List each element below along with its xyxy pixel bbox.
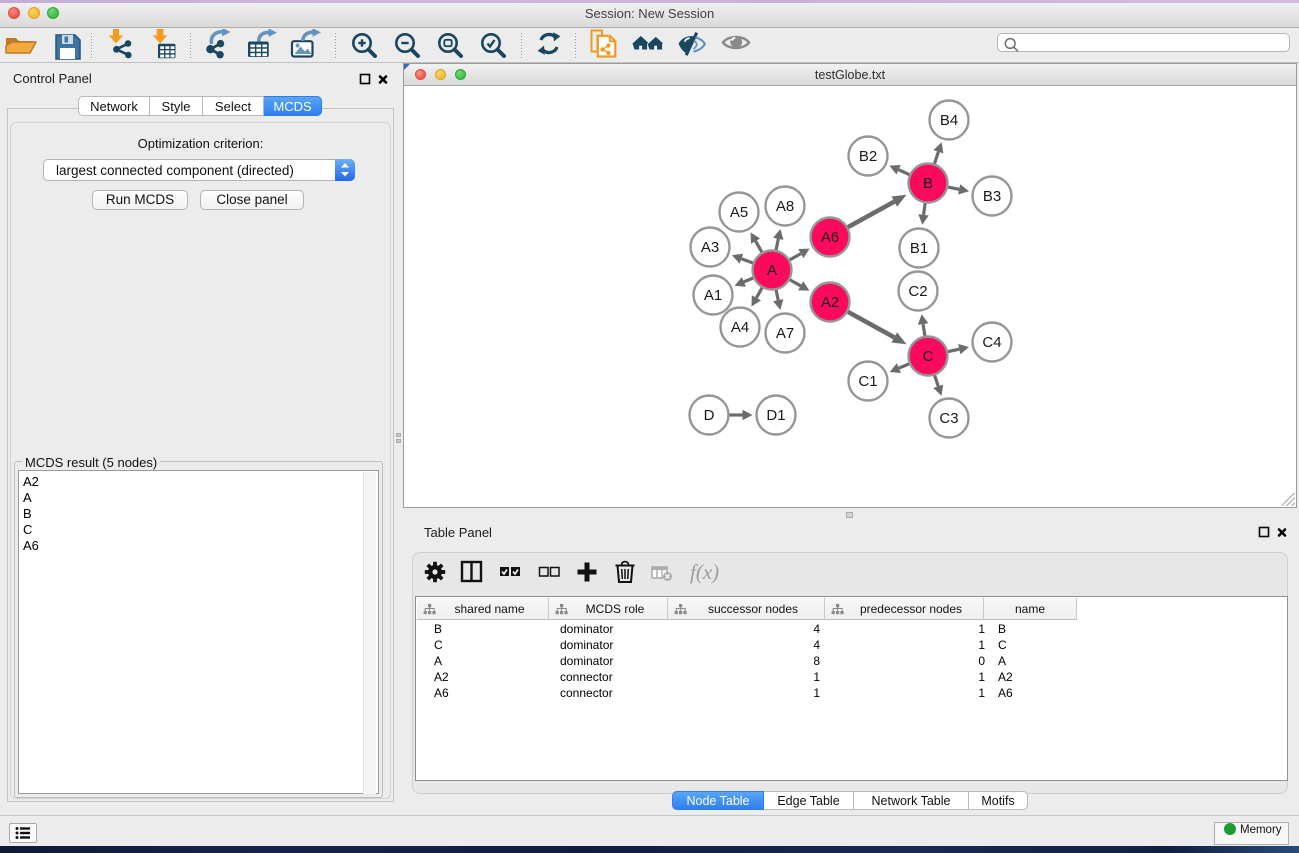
svg-text:D1: D1 — [766, 407, 785, 424]
svg-text:C2: C2 — [908, 283, 927, 300]
svg-text:A2: A2 — [821, 294, 839, 311]
svg-text:D: D — [704, 407, 715, 424]
svg-text:B: B — [923, 175, 933, 192]
svg-text:f(x): f(x) — [690, 560, 719, 584]
svg-text:A: A — [767, 262, 777, 279]
svg-text:A6: A6 — [821, 229, 839, 246]
svg-text:B2: B2 — [859, 148, 877, 165]
svg-text:B1: B1 — [910, 240, 928, 257]
svg-text:A3: A3 — [701, 239, 719, 256]
svg-text:B3: B3 — [983, 188, 1001, 205]
svg-text:B4: B4 — [940, 112, 958, 129]
svg-text:C1: C1 — [858, 373, 877, 390]
svg-text:A8: A8 — [776, 198, 794, 215]
svg-text:A1: A1 — [704, 287, 722, 304]
svg-text:C: C — [923, 348, 934, 365]
svg-text:A4: A4 — [731, 319, 749, 336]
svg-text:A5: A5 — [730, 204, 748, 221]
svg-text:C3: C3 — [939, 410, 958, 427]
svg-text:A7: A7 — [776, 325, 794, 342]
svg-text:C4: C4 — [982, 334, 1001, 351]
